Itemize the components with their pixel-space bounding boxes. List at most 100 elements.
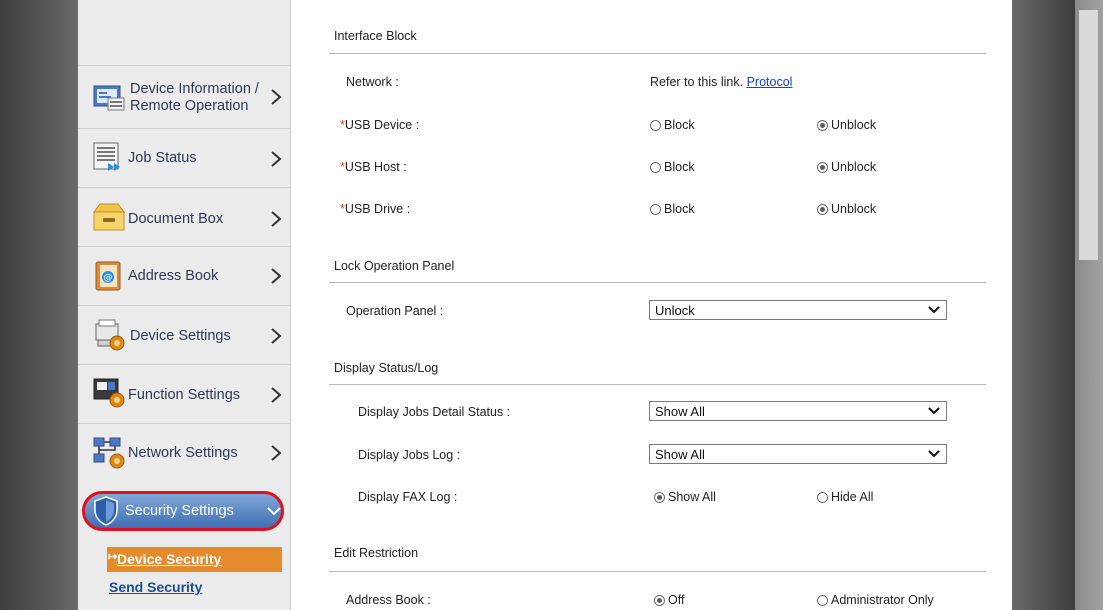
usb-drive-block-radio[interactable]: Block [650, 202, 695, 216]
sidebar-item-label: Document Box [128, 211, 224, 227]
radio-unchecked [817, 595, 828, 606]
network-hint-text: Refer to this link. [650, 75, 744, 89]
arrow-right-icon: ↦ [108, 551, 118, 563]
main-content: Interface Block Network : Refer to this … [319, 0, 986, 610]
jobs-detail-select[interactable]: Show All [649, 401, 947, 421]
chevron-right-icon [271, 387, 282, 403]
select-value: Show All [655, 447, 705, 462]
radio-unchecked [650, 120, 661, 131]
sidebar-item-job-status[interactable]: Job Status [78, 128, 290, 187]
operation-panel-select[interactable]: Unlock [649, 300, 947, 320]
svg-text:@: @ [104, 273, 113, 283]
chevron-down-icon [267, 507, 281, 516]
right-background [1012, 0, 1075, 610]
address-book-admin-only-radio[interactable]: Administrator Only [817, 593, 934, 607]
select-value: Unlock [655, 303, 695, 318]
jobs-detail-label: Display Jobs Detail Status : [358, 405, 511, 419]
radio-checked [654, 595, 665, 606]
chevron-right-icon [271, 268, 282, 284]
radio-unchecked [650, 162, 661, 173]
sidebar-item-label: Device Settings [130, 328, 231, 344]
sidebar-item-security-settings[interactable]: Security Settings [82, 491, 284, 531]
address-book-off-radio[interactable]: Off [654, 593, 684, 607]
chevron-right-icon [271, 445, 282, 461]
usb-host-unblock-radio[interactable]: Unblock [817, 160, 876, 174]
sidebar-item-label: Job Status [128, 150, 197, 166]
sidebar-item-label: Function Settings [128, 387, 241, 403]
chevron-right-icon [271, 151, 282, 167]
chevron-down-icon [928, 306, 940, 314]
sidebar-item-label: Security Settings [125, 503, 234, 519]
radio-label: Unblock [831, 160, 877, 174]
network-settings-icon [93, 437, 125, 469]
chevron-right-icon [271, 89, 282, 105]
divider [329, 282, 986, 283]
chevron-down-icon [928, 450, 940, 458]
sidebar-item-address-book[interactable]: @ Address Book [78, 246, 290, 305]
left-background [0, 0, 78, 610]
sidebar-subitem-label: Send Security [109, 579, 203, 595]
chevron-right-icon [271, 211, 282, 227]
usb-host-block-radio[interactable]: Block [650, 160, 695, 174]
radio-label: Block [664, 118, 695, 132]
usb-device-label-text: USB Device : [344, 118, 420, 132]
device-settings-icon [95, 319, 125, 351]
radio-label: Hide All [831, 490, 874, 504]
network-hint: Refer to this link. Protocol [650, 75, 792, 89]
jobs-log-label: Display Jobs Log : [358, 448, 461, 462]
divider [329, 53, 986, 54]
operation-panel-label: Operation Panel : [346, 304, 444, 318]
chevron-down-icon [928, 407, 940, 415]
usb-host-label: *USB Host : [340, 160, 407, 174]
sidebar-item-label: Network Settings [128, 445, 238, 461]
radio-label: Unblock [831, 118, 877, 132]
usb-drive-label: *USB Drive : [340, 202, 410, 216]
radio-label: Unblock [831, 202, 877, 216]
fax-log-label: Display FAX Log : [358, 490, 458, 504]
section-title-display-status-log: Display Status/Log [334, 361, 439, 375]
sidebar-item-label: Remote Operation [130, 98, 249, 114]
address-book-icon: @ [95, 261, 121, 291]
sidebar: Device Information / Remote Operation Jo… [78, 0, 291, 610]
jobs-log-select[interactable]: Show All [649, 444, 947, 464]
sidebar-item-device-information[interactable]: Device Information / Remote Operation [78, 65, 290, 124]
sidebar-item-device-settings[interactable]: Device Settings [78, 305, 290, 364]
usb-device-label: *USB Device : [340, 118, 419, 132]
divider [329, 384, 986, 385]
job-status-icon [93, 142, 120, 171]
divider [329, 571, 986, 572]
document-box-icon [93, 203, 125, 231]
sidebar-item-label: Device Information / [130, 81, 259, 97]
sidebar-subitem-send-security[interactable]: Send Security [107, 575, 282, 600]
radio-label: Administrator Only [831, 593, 934, 607]
radio-checked [817, 162, 828, 173]
radio-checked [817, 204, 828, 215]
radio-checked [654, 492, 665, 503]
sidebar-subitem-device-security[interactable]: ↦ Device Security [107, 547, 282, 572]
radio-checked [817, 120, 828, 131]
fax-log-hide-all-radio[interactable]: Hide All [817, 490, 873, 504]
sidebar-item-function-settings[interactable]: Function Settings [78, 364, 290, 423]
sidebar-item-network-settings[interactable]: Network Settings [78, 423, 290, 482]
usb-drive-label-text: USB Drive : [344, 202, 411, 216]
sidebar-subitem-label: Device Security [117, 551, 222, 567]
radio-label: Show All [668, 490, 716, 504]
protocol-link[interactable]: Protocol [747, 75, 793, 89]
shield-icon [94, 496, 118, 526]
device-info-icon [93, 85, 125, 111]
section-title-interface-block: Interface Block [334, 29, 417, 43]
sidebar-item-label: Address Book [128, 268, 219, 284]
section-title-edit-restriction: Edit Restriction [334, 546, 419, 560]
usb-drive-unblock-radio[interactable]: Unblock [817, 202, 876, 216]
select-value: Show All [655, 404, 705, 419]
radio-unchecked [650, 204, 661, 215]
section-title-lock-operation-panel: Lock Operation Panel [334, 259, 455, 273]
usb-device-unblock-radio[interactable]: Unblock [817, 118, 876, 132]
scrollbar-thumb[interactable] [1079, 10, 1098, 260]
usb-host-label-text: USB Host : [344, 160, 407, 174]
fax-log-show-all-radio[interactable]: Show All [654, 490, 716, 504]
sidebar-item-document-box[interactable]: Document Box [78, 187, 290, 246]
radio-label: Off [668, 593, 685, 607]
function-settings-icon [93, 378, 125, 408]
usb-device-block-radio[interactable]: Block [650, 118, 695, 132]
